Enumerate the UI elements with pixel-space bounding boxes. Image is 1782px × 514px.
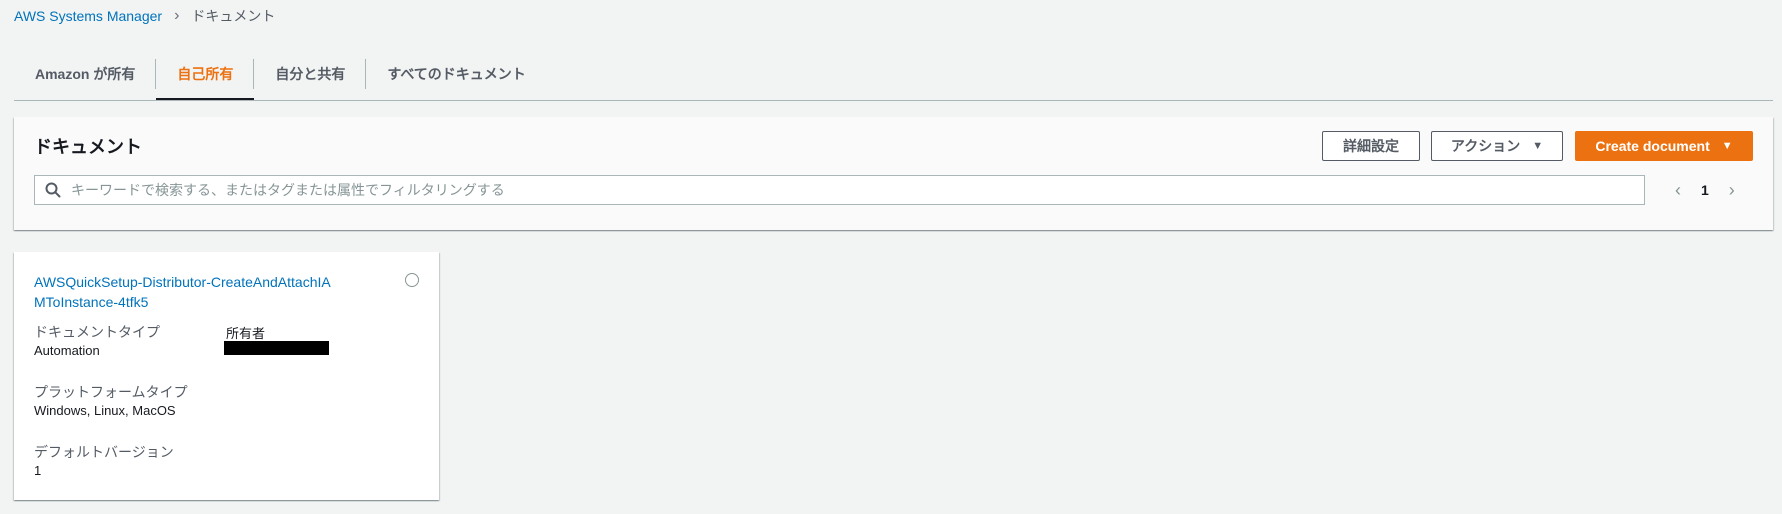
tab-label: Amazon が所有 (35, 66, 136, 82)
search-input[interactable] (69, 181, 1644, 199)
advanced-settings-button[interactable]: 詳細設定 (1322, 131, 1420, 161)
chevron-right-icon: › (174, 7, 180, 24)
search-icon (45, 182, 61, 198)
tab-owned-by-me[interactable]: 自己所有 (156, 50, 255, 100)
tab-label: 自己所有 (177, 66, 234, 82)
default-version-value: 1 (34, 463, 42, 478)
tab-label: 自分と共有 (275, 66, 346, 82)
default-version-label: デフォルトバージョン (34, 444, 174, 460)
owner-label: 所有者 (226, 326, 266, 341)
caret-down-icon: ▼ (1721, 140, 1733, 152)
pagination: ‹ 1 › (1669, 175, 1741, 205)
actions-label: アクション (1450, 138, 1521, 154)
platform-type-label: プラットフォームタイプ (34, 384, 188, 400)
breadcrumb: AWS Systems Manager › ドキュメント (14, 6, 275, 26)
advanced-settings-label: 詳細設定 (1343, 138, 1399, 154)
chevron-right-icon[interactable]: › (1723, 180, 1741, 201)
caret-down-icon: ▼ (1532, 140, 1544, 152)
tab-amazon-owned[interactable]: Amazon が所有 (14, 50, 157, 98)
chevron-left-icon[interactable]: ‹ (1669, 180, 1687, 201)
document-title-link[interactable]: AWSQuickSetup-Distributor-CreateAndAttac… (34, 272, 334, 312)
radio-icon[interactable] (405, 273, 419, 287)
create-document-label: Create document (1595, 138, 1710, 154)
doc-type-value: Automation (34, 343, 100, 358)
documents-panel: ドキュメント 詳細設定 アクション ▼ Create document ▼ ‹ … (14, 117, 1773, 230)
tab-all-documents[interactable]: すべてのドキュメント (366, 50, 546, 98)
search-box (34, 175, 1645, 205)
breadcrumb-root-link[interactable]: AWS Systems Manager (14, 8, 162, 24)
create-document-button[interactable]: Create document ▼ (1575, 131, 1753, 161)
doc-type-label: ドキュメントタイプ (34, 324, 160, 340)
tab-label: すべてのドキュメント (387, 66, 526, 82)
actions-button[interactable]: アクション ▼ (1431, 131, 1563, 161)
document-tabs: Amazon が所有 自己所有 自分と共有 すべてのドキュメント (14, 50, 1773, 101)
current-page[interactable]: 1 (1687, 182, 1723, 198)
document-card: AWSQuickSetup-Distributor-CreateAndAttac… (14, 252, 439, 500)
panel-title: ドキュメント (34, 137, 142, 157)
platform-type-value: Windows, Linux, MacOS (34, 403, 176, 418)
breadcrumb-current: ドキュメント (191, 8, 276, 24)
owner-value-redacted (224, 341, 329, 355)
tab-shared-with-me[interactable]: 自分と共有 (254, 50, 367, 98)
